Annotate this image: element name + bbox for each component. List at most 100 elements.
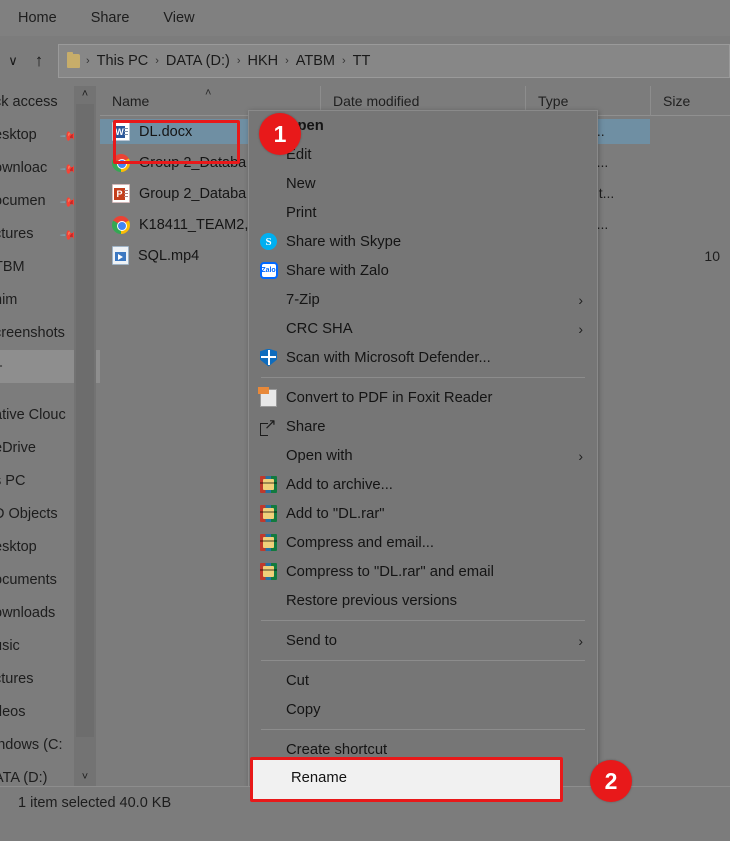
menu-item-label: Share with Zalo — [286, 262, 389, 279]
menu-item-share-with-skype[interactable]: S Share with Skype — [249, 227, 597, 256]
menu-item-open[interactable]: Open — [249, 111, 597, 140]
menu-item-label: Share with Skype — [286, 233, 402, 250]
menu-item-compress-and-email[interactable]: Compress and email... — [249, 528, 597, 557]
menu-item-label: New — [286, 175, 316, 192]
scrollbar-thumb[interactable] — [76, 104, 94, 737]
menu-icon-placeholder — [259, 591, 278, 610]
zalo-icon: Zalo — [259, 261, 278, 280]
context-menu[interactable]: Open Edit New Print S Share with Skype Z… — [248, 110, 598, 841]
winrar-icon — [259, 562, 278, 581]
menu-item-label: Share — [286, 418, 326, 435]
winrar-icon — [259, 475, 278, 494]
sidebar-item-label: ownloac — [0, 160, 48, 176]
menu-item-send-to[interactable]: Send to › — [249, 626, 597, 655]
tab-home[interactable]: Home — [8, 0, 67, 36]
menu-icon-placeholder — [259, 203, 278, 222]
status-bar-text: 1 item selected 40.0 KB — [18, 795, 172, 811]
sidebar-item-label: – — [0, 350, 2, 383]
menu-item-label: Scan with Microsoft Defender... — [286, 349, 491, 366]
scroll-down-arrow-icon[interactable]: ˅ — [74, 769, 96, 786]
menu-icon-placeholder — [259, 740, 278, 759]
menu-item-restore-previous-versions[interactable]: Restore previous versions — [249, 586, 597, 615]
breadcrumb-atbm[interactable]: ATBM — [292, 53, 339, 69]
menu-item-cut[interactable]: Cut — [249, 666, 597, 695]
sidebar-item-label: esktop — [0, 127, 37, 143]
menu-item-crc-sha[interactable]: CRC SHA › — [249, 314, 597, 343]
foxit-reader-icon — [258, 386, 278, 407]
word-icon — [112, 122, 130, 141]
sidebar-item-label: ocuments — [0, 572, 57, 588]
menu-item-label: Add to archive... — [286, 476, 393, 493]
sidebar-item-label: ctures — [0, 226, 34, 242]
menu-item-label: 7-Zip — [286, 291, 320, 308]
menu-icon-placeholder — [259, 631, 278, 650]
chevron-right-icon: › — [578, 632, 583, 649]
menu-item-copy[interactable]: Copy — [249, 695, 597, 724]
breadcrumb-data-d[interactable]: DATA (D:) — [162, 53, 234, 69]
sidebar-item-label: ative Clouc — [0, 407, 66, 423]
sidebar-item-label: s PC — [0, 473, 26, 489]
menu-item-label: Convert to PDF in Foxit Reader — [286, 389, 493, 406]
menu-item-scan-with-defender[interactable]: Scan with Microsoft Defender... — [249, 343, 597, 372]
share-icon — [259, 415, 278, 436]
annotation-badge-1: 1 — [259, 113, 301, 155]
breadcrumb-tt[interactable]: TT — [349, 53, 375, 69]
menu-icon-placeholder — [259, 290, 278, 309]
sidebar-item-label: deos — [0, 704, 26, 720]
tab-share[interactable]: Share — [81, 0, 140, 36]
sidebar-item-label: D Objects — [0, 506, 58, 522]
recent-locations-chevron-icon[interactable]: ∨ — [0, 36, 26, 86]
menu-item-label: Compress and email... — [286, 534, 435, 551]
navigation-pane-scrollbar[interactable]: ˄ ˅ — [74, 86, 96, 786]
breadcrumb-separator: › — [342, 55, 346, 67]
column-header-size[interactable]: Size — [650, 85, 730, 116]
sidebar-item-label: eDrive — [0, 440, 36, 456]
menu-item-rename-highlight-label: Rename — [291, 770, 347, 786]
skype-icon: S — [259, 232, 278, 251]
menu-icon-placeholder — [259, 174, 278, 193]
winrar-icon — [259, 533, 278, 552]
menu-icon-placeholder — [259, 446, 278, 465]
scroll-up-arrow-icon[interactable]: ˄ — [74, 86, 96, 103]
menu-separator — [261, 620, 585, 621]
menu-item-convert-to-pdf[interactable]: Convert to PDF in Foxit Reader — [249, 383, 597, 412]
column-header-type-label: Type — [538, 92, 569, 109]
breadcrumb-hkh[interactable]: HKH — [244, 53, 283, 69]
file-name-label: DL.docx — [139, 123, 193, 140]
menu-item-7zip[interactable]: 7-Zip › — [249, 285, 597, 314]
menu-item-add-to-dl-rar[interactable]: Add to "DL.rar" — [249, 499, 597, 528]
chevron-right-icon: › — [578, 291, 583, 308]
defender-shield-icon — [259, 348, 278, 367]
menu-item-label: Compress to "DL.rar" and email — [286, 563, 494, 580]
menu-item-new[interactable]: New — [249, 169, 597, 198]
winrar-icon — [259, 504, 278, 523]
sidebar-item-label: creenshots — [0, 325, 65, 341]
breadcrumb-separator: › — [285, 55, 289, 67]
menu-item-label: CRC SHA — [286, 320, 353, 337]
menu-item-print[interactable]: Print — [249, 198, 597, 227]
column-header-date-label: Date modified — [333, 92, 420, 109]
menu-item-compress-to-dl-rar-and-email[interactable]: Compress to "DL.rar" and email — [249, 557, 597, 586]
menu-separator — [261, 377, 585, 378]
sidebar-item-label: ATA (D:) — [0, 770, 48, 786]
menu-item-add-to-archive[interactable]: Add to archive... — [249, 470, 597, 499]
up-arrow-icon[interactable]: ↑ — [26, 36, 52, 86]
file-name-label: SQL.mp4 — [138, 247, 200, 264]
menu-item-share[interactable]: Share — [249, 412, 597, 441]
breadcrumb[interactable]: › This PC › DATA (D:) › HKH › ATBM › TT — [58, 44, 730, 78]
menu-item-share-with-zalo[interactable]: Zalo Share with Zalo — [249, 256, 597, 285]
file-size-cell: 10 — [704, 247, 720, 264]
menu-separator — [261, 729, 585, 730]
sidebar-item-label: ocumen — [0, 193, 46, 209]
annotation-badge-2: 2 — [590, 760, 632, 802]
menu-item-label: Restore previous versions — [286, 592, 458, 609]
breadcrumb-separator: › — [155, 55, 159, 67]
tab-view[interactable]: View — [153, 0, 204, 36]
menu-separator — [261, 660, 585, 661]
file-name-label: Group 2_Databa — [139, 185, 247, 202]
menu-item-edit[interactable]: Edit — [249, 140, 597, 169]
menu-item-label: Create shortcut — [286, 741, 388, 758]
breadcrumb-this-pc[interactable]: This PC — [93, 53, 153, 69]
menu-item-open-with[interactable]: Open with › — [249, 441, 597, 470]
sidebar-item-label: esktop — [0, 539, 37, 555]
